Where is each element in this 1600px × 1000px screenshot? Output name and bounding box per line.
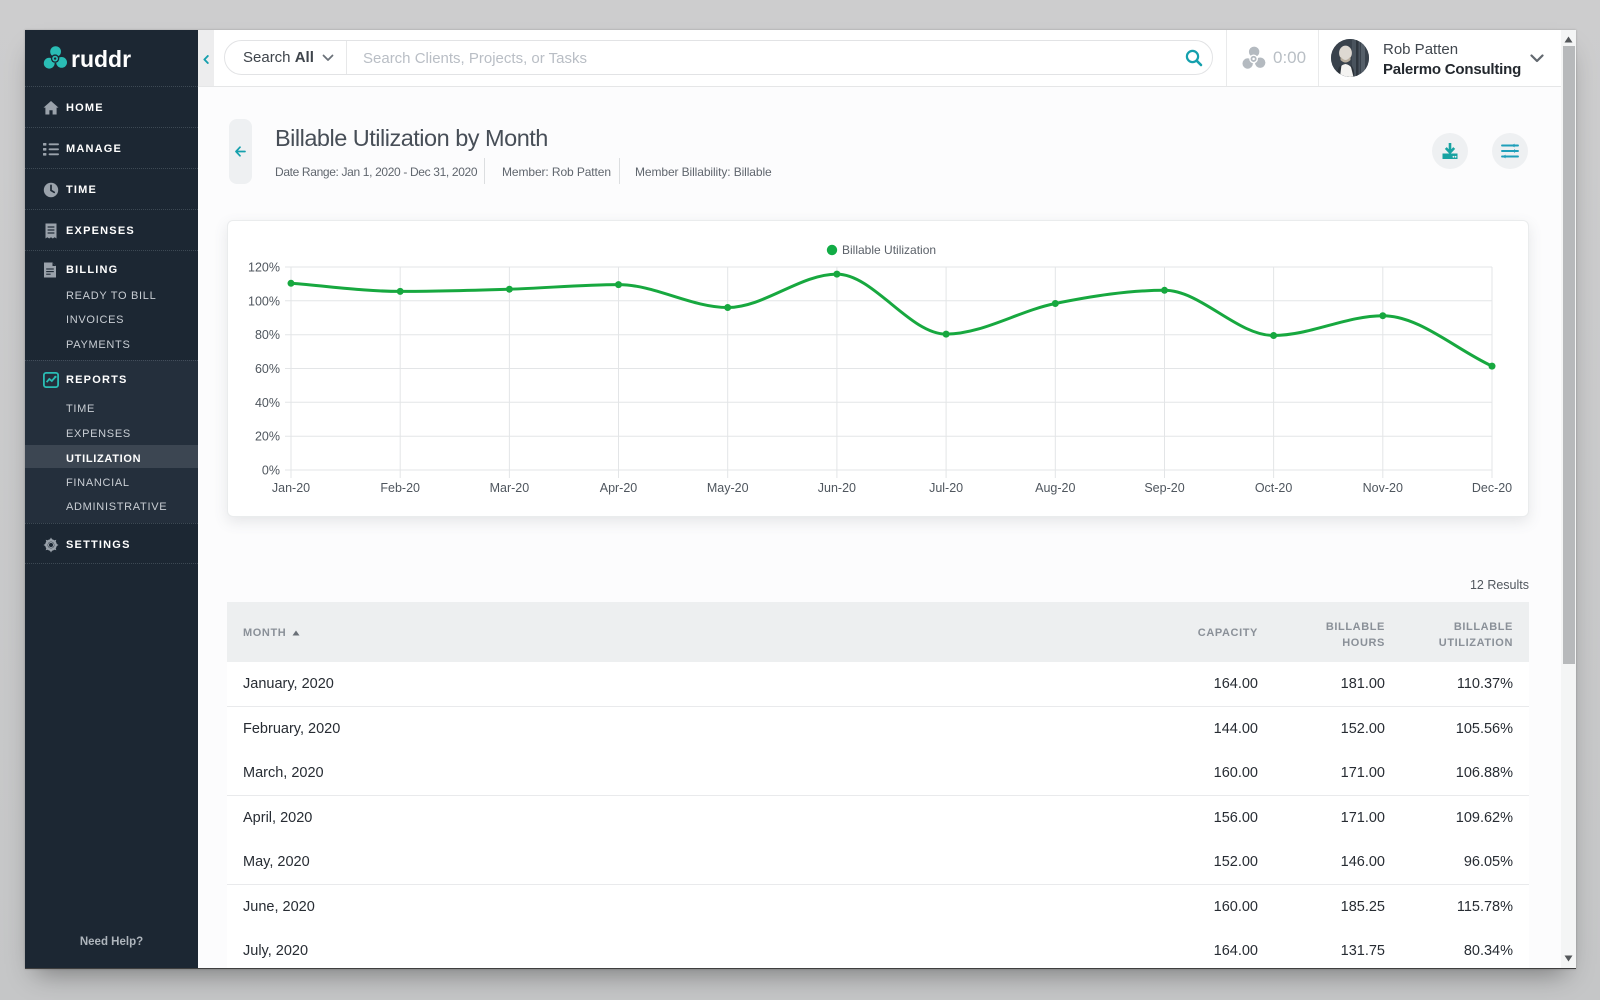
svg-text:Oct-20: Oct-20	[1255, 481, 1293, 495]
svg-text:Aug-20: Aug-20	[1035, 481, 1075, 495]
svg-text:Sep-20: Sep-20	[1144, 481, 1184, 495]
svg-text:Apr-20: Apr-20	[600, 481, 638, 495]
svg-text:Jul-20: Jul-20	[929, 481, 963, 495]
svg-text:May-20: May-20	[707, 481, 749, 495]
svg-text:40%: 40%	[255, 396, 280, 410]
svg-text:20%: 20%	[255, 430, 280, 444]
svg-text:Jun-20: Jun-20	[818, 481, 856, 495]
svg-text:120%: 120%	[248, 261, 280, 275]
svg-text:Jan-20: Jan-20	[272, 481, 310, 495]
svg-text:Feb-20: Feb-20	[380, 481, 420, 495]
svg-text:80%: 80%	[255, 328, 280, 342]
svg-text:Nov-20: Nov-20	[1363, 481, 1403, 495]
svg-text:Dec-20: Dec-20	[1472, 481, 1512, 495]
svg-text:ruddr: ruddr	[71, 46, 131, 72]
svg-text:60%: 60%	[255, 362, 280, 376]
svg-text:Billable Utilization: Billable Utilization	[842, 243, 936, 257]
svg-text:0%: 0%	[262, 464, 280, 478]
svg-text:100%: 100%	[248, 294, 280, 308]
svg-text:Mar-20: Mar-20	[490, 481, 530, 495]
